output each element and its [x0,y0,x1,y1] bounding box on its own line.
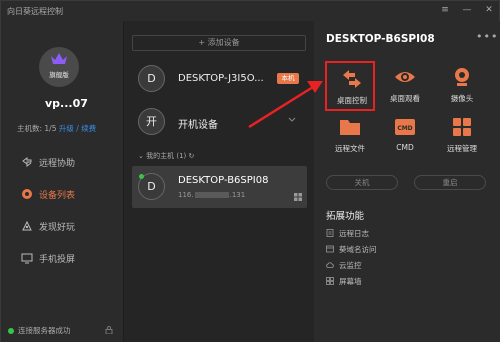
online-status-icon [8,327,14,334]
ext-item-label: 屏幕墙 [339,276,362,286]
cmd-icon: CMD [395,119,415,135]
camera-icon [455,68,469,86]
action-label: 远程文件 [335,144,365,153]
device-avatar: D [138,65,165,92]
action-label: 桌面控制 [337,96,367,105]
refresh-icon[interactable]: ↻ [188,152,194,160]
desktop-control-icon [343,70,361,88]
title-bar: 向日葵远程控制 ≡ — ✕ [1,1,500,21]
remote-manage-button[interactable]: 远程管理 [437,111,487,161]
device-name: DESKTOP-B6SPI08 [178,175,269,186]
ext-item-label: 远程日志 [339,228,369,238]
device-ip: 116. .131 [178,191,245,199]
ip-prefix: 116. [178,191,194,199]
ext-item-cloud-monitor[interactable]: 云监控 [326,259,362,271]
lock-icon[interactable] [105,326,113,334]
device-list-icon [22,189,32,199]
ext-item-label: 葵域名访问 [339,244,377,254]
host-count-label: 主机数: 1/5 [17,124,57,133]
list-item-power-device[interactable]: 开 开机设备 [124,107,314,139]
remote-manage-icon [453,118,471,136]
action-label: CMD [396,143,414,152]
remote-file-button[interactable]: 远程文件 [325,111,375,161]
restart-button[interactable]: 重启 [414,175,486,190]
ext-item-label: 云监控 [339,260,362,270]
ip-suffix: .131 [229,191,246,199]
discover-icon [22,220,32,231]
cmd-icon-text: CMD [397,125,412,132]
windows-icon [294,193,302,201]
close-button[interactable]: ✕ [481,3,497,17]
upgrade-link[interactable]: 升级 [59,124,74,133]
username: vp...07 [45,97,88,110]
local-badge: 本机 [277,73,299,84]
cloud-icon [326,262,334,268]
device-title: DESKTOP-B6SPI08 [326,33,435,45]
minimize-button[interactable]: — [459,3,475,17]
more-icon[interactable]: ••• [476,30,498,43]
connection-status: 连接服务器成功 [8,325,71,336]
sidebar-item-remote-assist[interactable]: 远程协助 [21,154,75,170]
chevron-down-icon: ⌄ [138,152,144,160]
crown-icon [51,53,67,64]
sidebar: 旗舰版 vp...07 主机数: 1/5 升级 / 续费 远程协助 设备列表 发… [1,21,124,342]
group-header[interactable]: ⌄ 我的主机 (1) ↻ [138,151,194,161]
host-count: 主机数: 1/5 升级 / 续费 [17,123,96,134]
camera-button[interactable]: 摄像头 [437,61,487,111]
cast-icon [21,253,33,264]
online-indicator [139,174,144,179]
ext-item-domain-access[interactable]: 葵域名访问 [326,243,377,255]
app-title: 向日葵远程控制 [7,7,63,16]
action-label: 摄像头 [450,94,474,103]
sidebar-item-label: 手机投屏 [39,254,76,265]
ip-redacted [194,192,229,198]
menu-button[interactable]: ≡ [437,3,453,17]
ext-item-screen-wall[interactable]: 屏幕墙 [326,275,362,287]
domain-icon [326,245,334,253]
sidebar-item-label: 设备列表 [39,190,76,201]
window-controls: ≡ — ✕ [437,3,497,17]
status-text: 连接服务器成功 [18,326,71,335]
edition-label: 旗舰版 [49,71,69,79]
log-icon [326,229,334,237]
app-window: 向日葵远程控制 ≡ — ✕ 旗舰版 vp...07 主机数: 1/5 升级 / … [0,0,500,342]
device-name: DESKTOP-J3I5O... [178,73,264,84]
sidebar-item-discover[interactable]: 发现好玩 [21,218,75,234]
device-name: 开机设备 [178,120,218,131]
chevron-down-icon[interactable] [288,117,296,123]
screen-wall-icon [326,277,334,285]
list-item-local-device[interactable]: D DESKTOP-J3I5O... 本机 [124,64,314,96]
device-list-panel: + 添加设备 D DESKTOP-J3I5O... 本机 开 开机设备 ⌄ 我的… [124,21,314,342]
sidebar-item-cast[interactable]: 手机投屏 [21,250,75,266]
group-label: 我的主机 (1) [146,152,187,160]
list-item-selected-device[interactable]: D DESKTOP-B6SPI08 116. .131 [132,166,307,208]
desktop-view-button[interactable]: 桌面观看 [380,61,430,111]
extension-title: 拓展功能 [326,211,365,222]
renew-link[interactable]: 续费 [81,124,96,133]
sidebar-item-label: 远程协助 [39,158,76,169]
link-separator: / [76,124,79,133]
shutdown-button[interactable]: 关机 [326,175,398,190]
action-label: 远程管理 [447,144,477,153]
device-detail-panel: DESKTOP-B6SPI08 ••• 桌面控制 桌面观看 摄像头 远程文件 C… [314,21,500,342]
desktop-control-button[interactable]: 桌面控制 [325,61,375,111]
add-device-button[interactable]: + 添加设备 [132,35,306,51]
device-avatar: 开 [138,108,165,135]
ext-item-remote-log[interactable]: 远程日志 [326,227,369,239]
cmd-button[interactable]: CMD CMD [380,111,430,161]
desktop-view-icon [395,72,415,82]
action-label: 桌面观看 [390,94,420,103]
remote-file-icon [340,120,360,135]
sidebar-item-device-list[interactable]: 设备列表 [21,186,75,202]
sidebar-item-label: 发现好玩 [39,222,76,233]
avatar[interactable]: 旗舰版 [39,47,79,87]
remote-assist-icon [22,157,32,167]
